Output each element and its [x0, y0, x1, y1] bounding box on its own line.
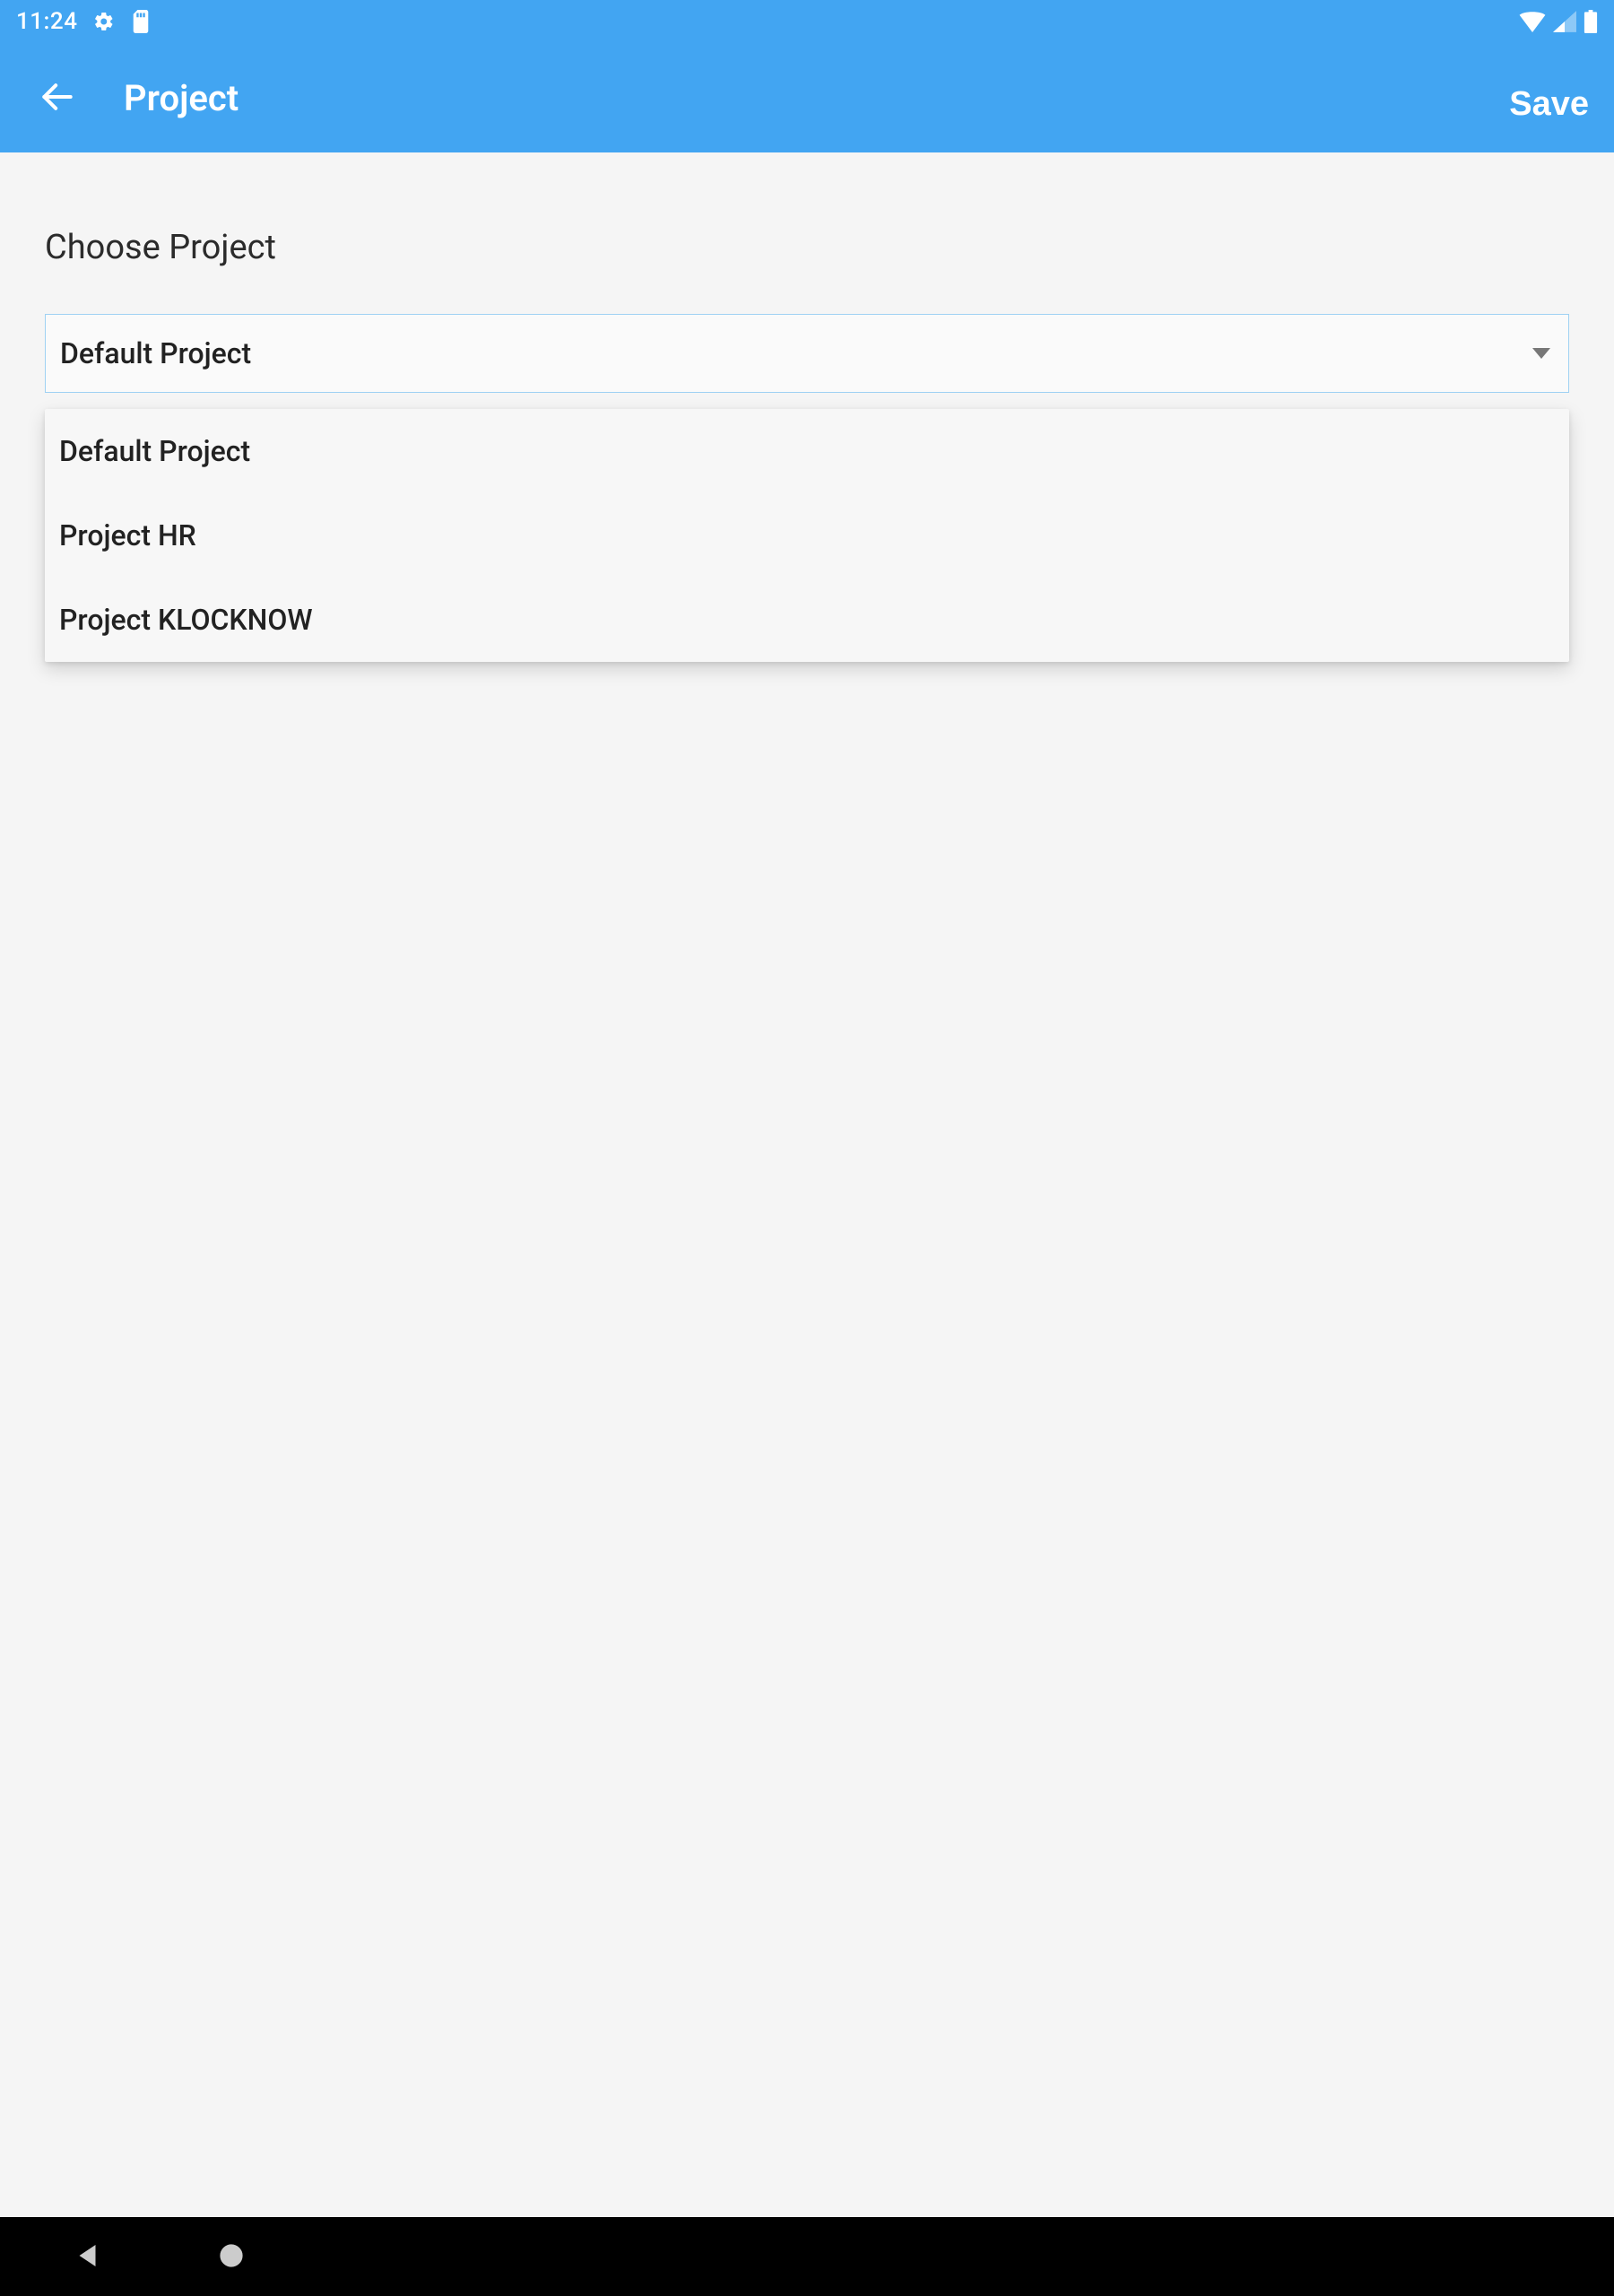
project-select[interactable]: Default Project [45, 314, 1569, 393]
signal-icon [1553, 11, 1576, 32]
chevron-down-icon [1532, 344, 1550, 362]
content: Choose Project Default Project Default P… [0, 152, 1614, 662]
nav-home-button[interactable] [219, 2243, 244, 2271]
dropdown-item[interactable]: Project HR [45, 493, 1569, 578]
app-bar-left: Project [38, 77, 239, 119]
battery-icon [1584, 10, 1598, 33]
status-bar: 11:24 [0, 0, 1614, 43]
dropdown-item-label: Project HR [59, 518, 196, 552]
triangle-back-icon [75, 2242, 102, 2272]
page-title: Project [124, 77, 239, 119]
nav-back-button[interactable] [75, 2242, 102, 2272]
app-bar: Project Save [0, 43, 1614, 152]
status-time: 11:24 [16, 8, 77, 35]
dropdown-item-label: Default Project [59, 434, 250, 468]
circle-home-icon [219, 2243, 244, 2271]
section-label: Choose Project [45, 228, 1569, 267]
sd-card-icon [131, 10, 151, 33]
gear-icon [93, 11, 115, 32]
select-value: Default Project [60, 336, 251, 370]
save-button[interactable]: Save [1509, 73, 1589, 124]
back-button[interactable] [38, 77, 77, 119]
dropdown-item[interactable]: Project KLOCKNOW [45, 578, 1569, 662]
system-nav-bar [0, 2217, 1614, 2296]
project-dropdown: Default Project Project HR Project KLOCK… [45, 409, 1569, 662]
status-left: 11:24 [16, 8, 151, 35]
arrow-left-icon [38, 77, 77, 119]
dropdown-item[interactable]: Default Project [45, 409, 1569, 493]
status-right [1519, 10, 1598, 33]
wifi-icon [1519, 11, 1546, 32]
dropdown-item-label: Project KLOCKNOW [59, 603, 313, 637]
